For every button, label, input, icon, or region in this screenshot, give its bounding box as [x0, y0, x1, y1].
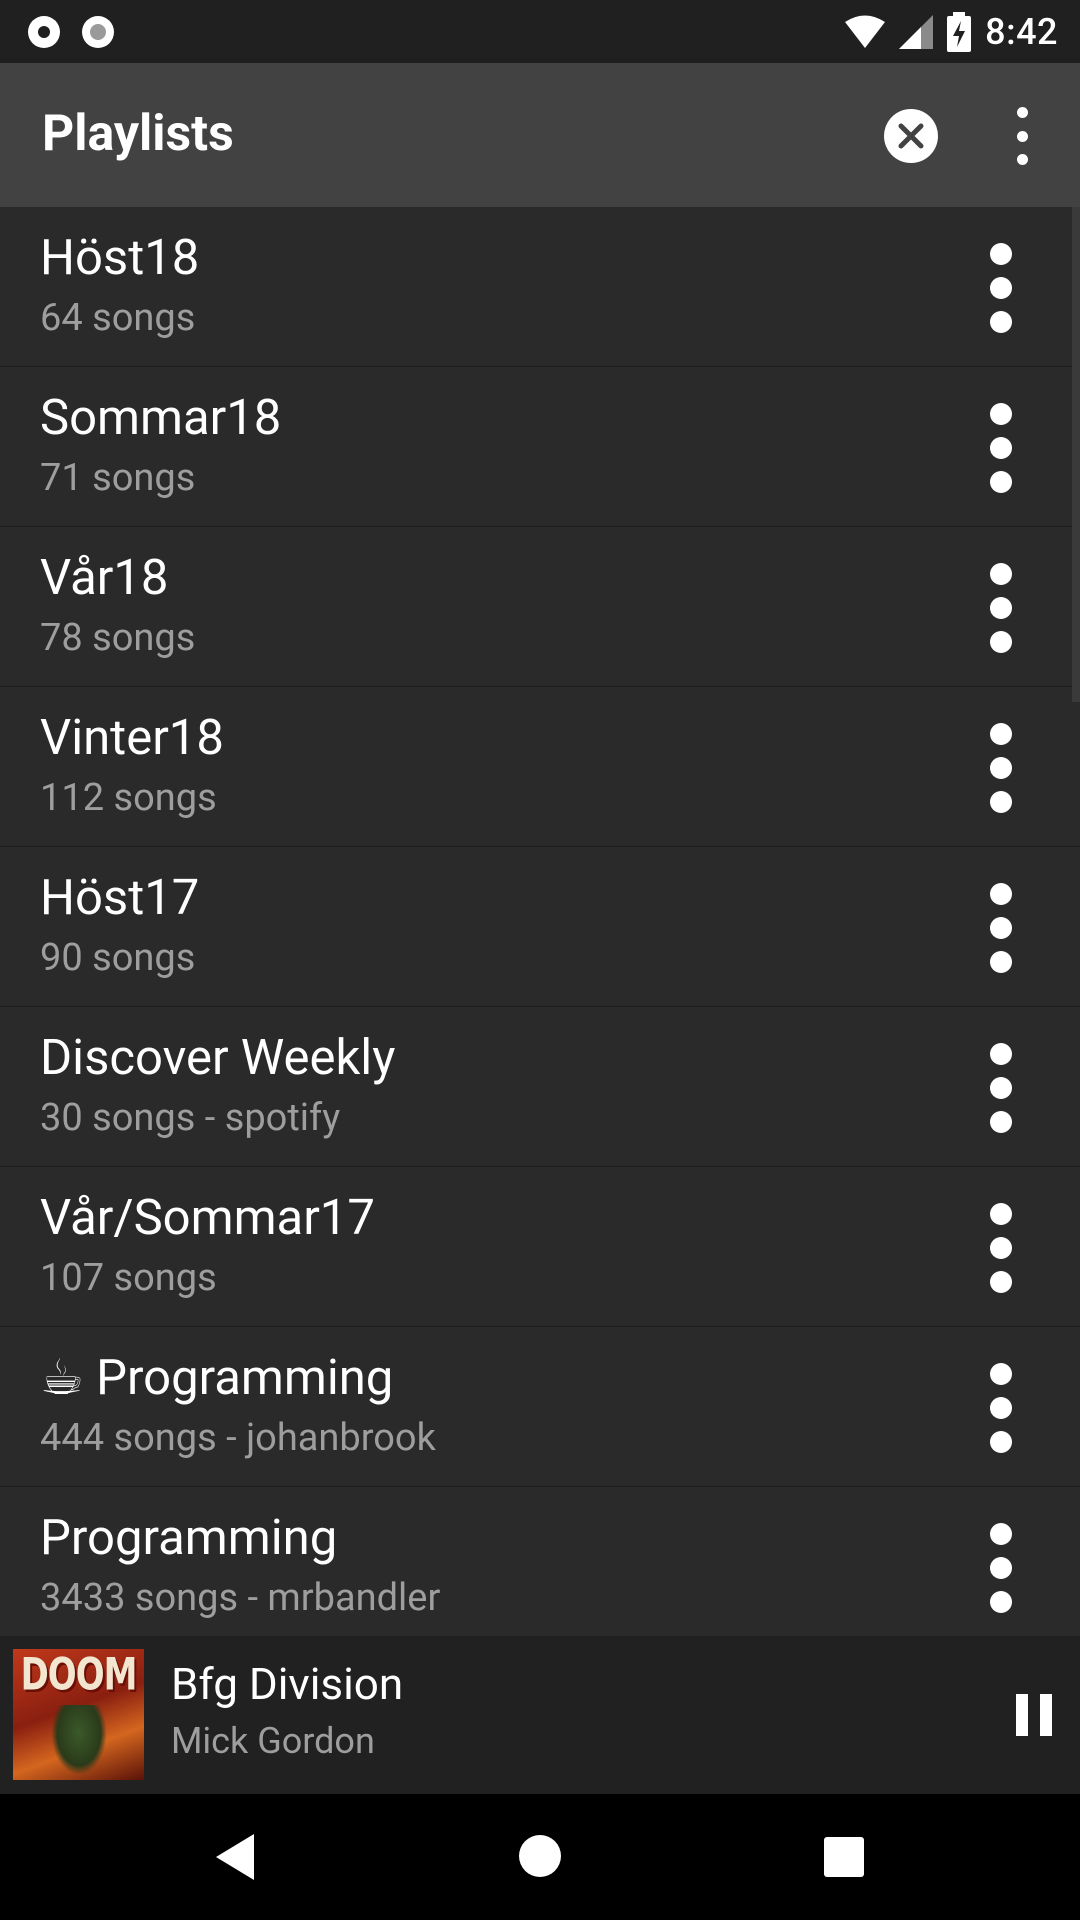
more-vert-icon[interactable] — [1000, 107, 1044, 165]
pause-icon[interactable] — [1016, 1694, 1052, 1736]
more-vert-icon[interactable] — [986, 883, 1016, 973]
track-artist: Mick Gordon — [171, 1720, 375, 1762]
list-item[interactable]: Höst17 90 songs — [0, 847, 1080, 1007]
list-item[interactable]: Discover Weekly 30 songs - spotify — [0, 1007, 1080, 1167]
list-item[interactable]: Vår18 78 songs — [0, 527, 1080, 687]
playlist-title: Programming — [40, 1509, 338, 1566]
clear-icon[interactable] — [884, 109, 938, 163]
playlist-title: Höst18 — [40, 229, 200, 286]
album-art[interactable]: DOOM — [13, 1649, 144, 1780]
playlist-list[interactable]: Höst18 64 songs Sommar18 71 songs Vår18 … — [0, 207, 1080, 1636]
playlist-title: Vinter18 — [40, 709, 224, 766]
more-vert-icon[interactable] — [986, 1523, 1016, 1613]
status-system-icons: 8:42 — [845, 0, 1058, 63]
now-playing-bar[interactable]: DOOM Bfg Division Mick Gordon — [0, 1636, 1080, 1794]
playlist-title: Discover Weekly — [40, 1029, 396, 1086]
album-art-figure — [51, 1705, 107, 1775]
back-icon[interactable] — [216, 1834, 254, 1880]
playlist-title: Sommar18 — [40, 389, 282, 446]
list-item[interactable]: Vinter18 112 songs — [0, 687, 1080, 847]
playlist-subtitle: 444 songs - johanbrook — [40, 1416, 436, 1460]
scrollbar[interactable] — [1072, 207, 1080, 702]
playlist-subtitle: 71 songs — [40, 456, 196, 500]
page-title: Playlists — [42, 105, 234, 163]
status-notifications — [28, 10, 114, 53]
close-icon — [898, 123, 924, 149]
sync-icon — [82, 15, 114, 48]
playlist-title: Vår18 — [40, 549, 169, 606]
playlist-subtitle: 30 songs - spotify — [40, 1096, 341, 1140]
more-vert-icon[interactable] — [986, 1043, 1016, 1133]
playlist-subtitle: 78 songs — [40, 616, 196, 660]
more-vert-icon[interactable] — [986, 243, 1016, 333]
home-icon[interactable] — [519, 1835, 561, 1877]
more-vert-icon[interactable] — [986, 1203, 1016, 1293]
list-item[interactable]: Vår/Sommar17 107 songs — [0, 1167, 1080, 1327]
list-item[interactable]: Sommar18 71 songs — [0, 367, 1080, 527]
record-icon — [28, 15, 60, 48]
recents-icon[interactable] — [824, 1837, 864, 1877]
more-vert-icon[interactable] — [986, 1363, 1016, 1453]
wifi-icon — [845, 15, 886, 48]
list-item[interactable]: Programming 3433 songs - mrbandler — [0, 1487, 1080, 1636]
more-vert-icon[interactable] — [986, 403, 1016, 493]
list-item[interactable]: Höst18 64 songs — [0, 207, 1080, 367]
playlist-subtitle: 112 songs — [40, 776, 217, 820]
status-time: 8:42 — [985, 10, 1058, 53]
playlist-title: Höst17 — [40, 869, 200, 926]
playlist-subtitle: 64 songs — [40, 296, 196, 340]
track-title: Bfg Division — [171, 1658, 404, 1710]
more-vert-icon[interactable] — [986, 563, 1016, 653]
app-bar: Playlists — [0, 63, 1080, 207]
status-bar: 8:42 — [0, 0, 1080, 63]
system-nav-bar — [0, 1794, 1080, 1920]
playlist-subtitle: 3433 songs - mrbandler — [40, 1576, 441, 1620]
list-item[interactable]: ☕ Programming 444 songs - johanbrook — [0, 1327, 1080, 1487]
playlist-title: ☕ Programming — [40, 1349, 394, 1406]
more-vert-icon[interactable] — [986, 723, 1016, 813]
battery-charging-icon — [947, 11, 972, 52]
cell-signal-icon — [899, 14, 934, 49]
playlist-title: Vår/Sommar17 — [40, 1189, 375, 1246]
playlist-subtitle: 90 songs — [40, 936, 196, 980]
playlist-subtitle: 107 songs — [40, 1256, 217, 1300]
album-art-logo: DOOM — [20, 1649, 138, 1701]
